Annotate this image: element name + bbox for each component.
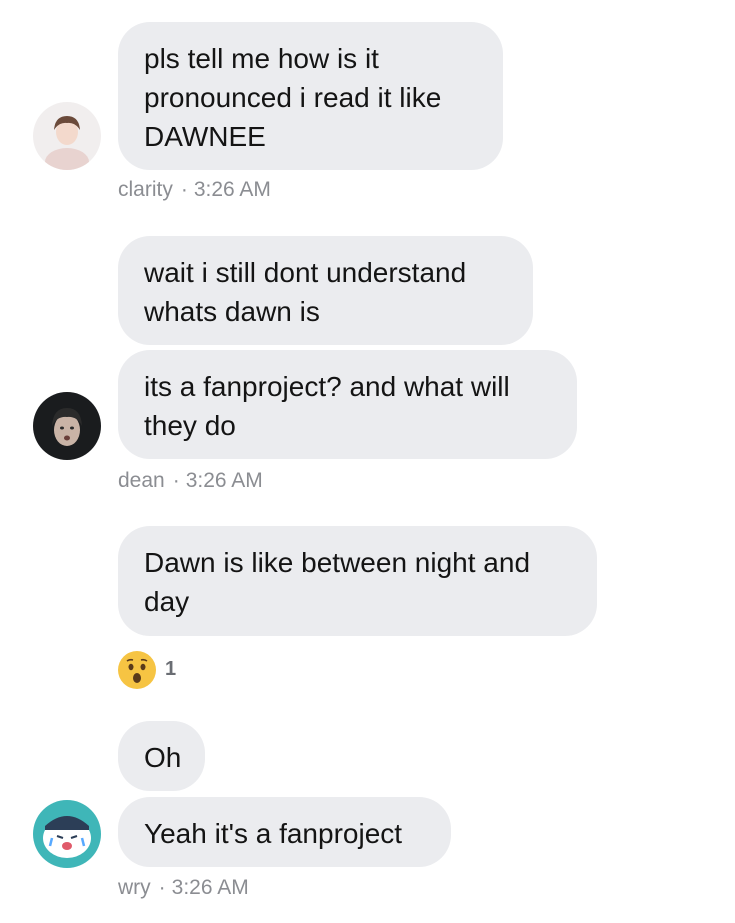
message-meta: clarity · 3:26 AM: [118, 178, 271, 202]
timestamp: 3:26 AM: [185, 469, 263, 492]
message-meta: wry · 3:26 AM: [118, 876, 249, 900]
avatar[interactable]: [33, 392, 101, 460]
message-bubble[interactable]: Dawn is like between night and day: [118, 526, 597, 636]
reaction-count: 1: [165, 658, 177, 680]
reaction-emoji[interactable]: [117, 650, 157, 690]
message-bubble[interactable]: Oh: [118, 721, 205, 791]
timestamp: 3:26 AM: [171, 876, 249, 899]
avatar-wry-icon: [33, 800, 101, 868]
separator: ·: [180, 178, 188, 201]
avatar[interactable]: [33, 800, 101, 868]
sender-name[interactable]: dean: [118, 469, 165, 492]
surprised-face-icon: [118, 651, 156, 689]
message-bubble[interactable]: wait i still dont understand whats dawn …: [118, 236, 533, 345]
separator: ·: [158, 876, 166, 899]
message-bubble[interactable]: its a fanproject? and what will they do: [118, 350, 577, 459]
avatar-dean-icon: [33, 392, 101, 460]
timestamp: 3:26 AM: [193, 178, 271, 201]
message-bubble[interactable]: Yeah it's a fanproject: [118, 797, 451, 867]
sender-name[interactable]: clarity: [118, 178, 173, 201]
message-bubble[interactable]: pls tell me how is it pronounced i read …: [118, 22, 503, 170]
avatar[interactable]: [33, 102, 101, 170]
sender-name[interactable]: wry: [118, 876, 151, 899]
avatar-clarity-icon: [33, 102, 101, 170]
separator: ·: [172, 469, 180, 492]
message-meta: dean · 3:26 AM: [118, 469, 263, 493]
